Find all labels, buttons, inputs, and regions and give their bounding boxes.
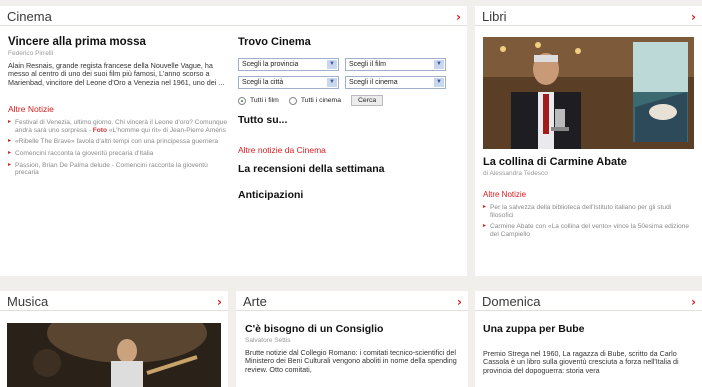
film-select[interactable]: Scegli il film ▼ [345,58,446,71]
cinema-headline[interactable]: Vincere alla prima mossa [8,36,230,48]
cinema-news-list: ▸ Festival di Venezia, ultimo giorno. Chi… [8,119,230,177]
cinema-altre-notizie[interactable]: Altre Notizie [8,104,230,114]
bullet-icon: ▸ [483,204,487,210]
domenica-section: Domenica › Una zuppa per Bube Premio Str… [475,291,702,387]
libri-news-list: ▸ Per la salvezza della biblioteca dell'I… [483,204,694,238]
domenica-headline[interactable]: Una zuppa per Bube [483,323,696,335]
city-select-label: Scegli la città [242,79,284,86]
cinema-summary: Alain Resnais, grande regista francese d… [8,61,225,87]
musica-arrow-icon[interactable]: › [217,295,222,309]
cinema-author: Federico Pirrelli [8,50,54,57]
libri-headline[interactable]: La collina di Carmine Abate [483,156,694,168]
libri-photo[interactable] [483,37,694,149]
libri-featured: La collina di Carmine Abate di Alessandr… [483,156,694,242]
search-button[interactable]: Cerca [351,95,384,106]
libri-arrow-icon[interactable]: › [691,10,696,24]
foto-link[interactable]: Foto [93,127,107,134]
city-select[interactable]: Scegli la città ▼ [238,76,339,89]
chevron-down-icon: ▼ [434,60,444,69]
film-select-label: Scegli il film [349,61,386,68]
cinema-select-label: Scegli il cinema [349,79,398,86]
arte-section: Arte › C'è bisogno di un Consiglio Salva… [236,291,468,387]
arte-summary: Brutte notizie dal Collegio Romano: i co… [245,348,457,374]
chevron-down-icon: ▼ [327,78,337,87]
musica-section: Musica › [0,291,228,387]
cinema-select[interactable]: Scegli il cinema ▼ [345,76,446,89]
news-text-after: «L'homme qui rit» di Jean-Pierre Améris [106,126,226,134]
recensioni-link[interactable]: La recensioni della settimana [238,163,458,175]
all-films-radio[interactable] [238,96,246,105]
arte-arrow-icon[interactable]: › [457,295,462,309]
tutto-su-link[interactable]: Tutto su... [238,114,458,126]
domenica-featured: Una zuppa per Bube Premio Strega nel 196… [483,323,696,375]
libri-author: di Alessandra Tedesco [483,170,548,177]
list-item[interactable]: ▸ Passion, Brian De Palma delude - Comenc… [8,162,230,177]
musica-title[interactable]: Musica [7,294,48,309]
arte-header: Arte › [236,291,468,311]
list-item[interactable]: ▸ Per la salvezza della biblioteca dell'I… [483,204,694,219]
arte-title[interactable]: Arte [243,294,267,309]
arte-headline[interactable]: C'è bisogno di un Consiglio [245,323,460,335]
libri-header: Libri › [475,6,702,26]
libri-photo-illustration [483,37,694,149]
trovo-cinema-title: Trovo Cinema [238,36,311,48]
arte-author: Salvatore Settis [245,337,291,344]
anticipazioni-link[interactable]: Anticipazioni [238,189,458,201]
domenica-header: Domenica › [475,291,702,311]
news-text: Passion, Brian De Palma delude - Comenci… [15,161,208,177]
cinema-title[interactable]: Cinema [7,9,52,24]
musica-header: Musica › [0,291,228,311]
all-films-label: Tutti i film [250,97,279,104]
domenica-arrow-icon[interactable]: › [691,295,696,309]
domenica-title[interactable]: Domenica [482,294,541,309]
cinema-section: Cinema › Vincere alla prima mossa Federi… [0,6,467,276]
libri-title[interactable]: Libri [482,9,507,24]
libri-altre-notizie[interactable]: Altre Notizie [483,190,694,199]
bullet-icon: ▸ [8,119,12,126]
all-cinemas-label: Tutti i cinema [300,97,341,104]
list-item[interactable]: ▸ Festival di Venezia, ultimo giorno. Chi… [8,119,230,134]
list-item[interactable]: ▸ Comencini racconta la gioventù precaria… [8,150,230,158]
musica-photo[interactable] [7,323,221,387]
cinema-arrow-icon[interactable]: › [456,10,461,24]
list-item[interactable]: ▸ Carmine Abate con «La collina del vento… [483,223,694,238]
bullet-icon: ▸ [8,138,12,145]
news-text: Carmine Abate con «La collina del vento»… [490,223,690,238]
chevron-down-icon: ▼ [434,78,444,87]
news-text: «Ribelle The Brave» favola d'altri tempi… [15,138,219,146]
chevron-down-icon: ▼ [327,60,337,69]
bullet-icon: ▸ [8,161,12,168]
arte-featured: C'è bisogno di un Consiglio Salvatore Se… [245,323,460,374]
cinema-featured: Vincere alla prima mossa Federico Pirrel… [8,36,230,181]
bullet-icon: ▸ [483,223,487,230]
province-select-label: Scegli la provincia [242,61,299,68]
trovo-cinema: Trovo Cinema Scegli la provincia ▼ Scegli… [238,36,458,201]
cinema-header: Cinema › [0,6,467,26]
news-text: Per la salvezza della biblioteca dell'Is… [490,204,672,219]
news-text: Comencini racconta la gioventù precaria … [15,150,154,157]
libri-section: Libri › La collina di Carmine Abate di A… [475,6,702,276]
list-item[interactable]: ▸ «Ribelle The Brave» favola d'altri temp… [8,138,230,146]
altre-notizie-cinema-link[interactable]: Altre notizie da Cinema [238,145,458,155]
bullet-icon: ▸ [8,150,12,156]
all-cinemas-radio[interactable] [288,96,297,105]
province-select[interactable]: Scegli la provincia ▼ [238,58,339,71]
domenica-summary: Premio Strega nel 1960, La ragazza di Bu… [483,349,679,375]
musica-photo-illustration [7,323,221,387]
